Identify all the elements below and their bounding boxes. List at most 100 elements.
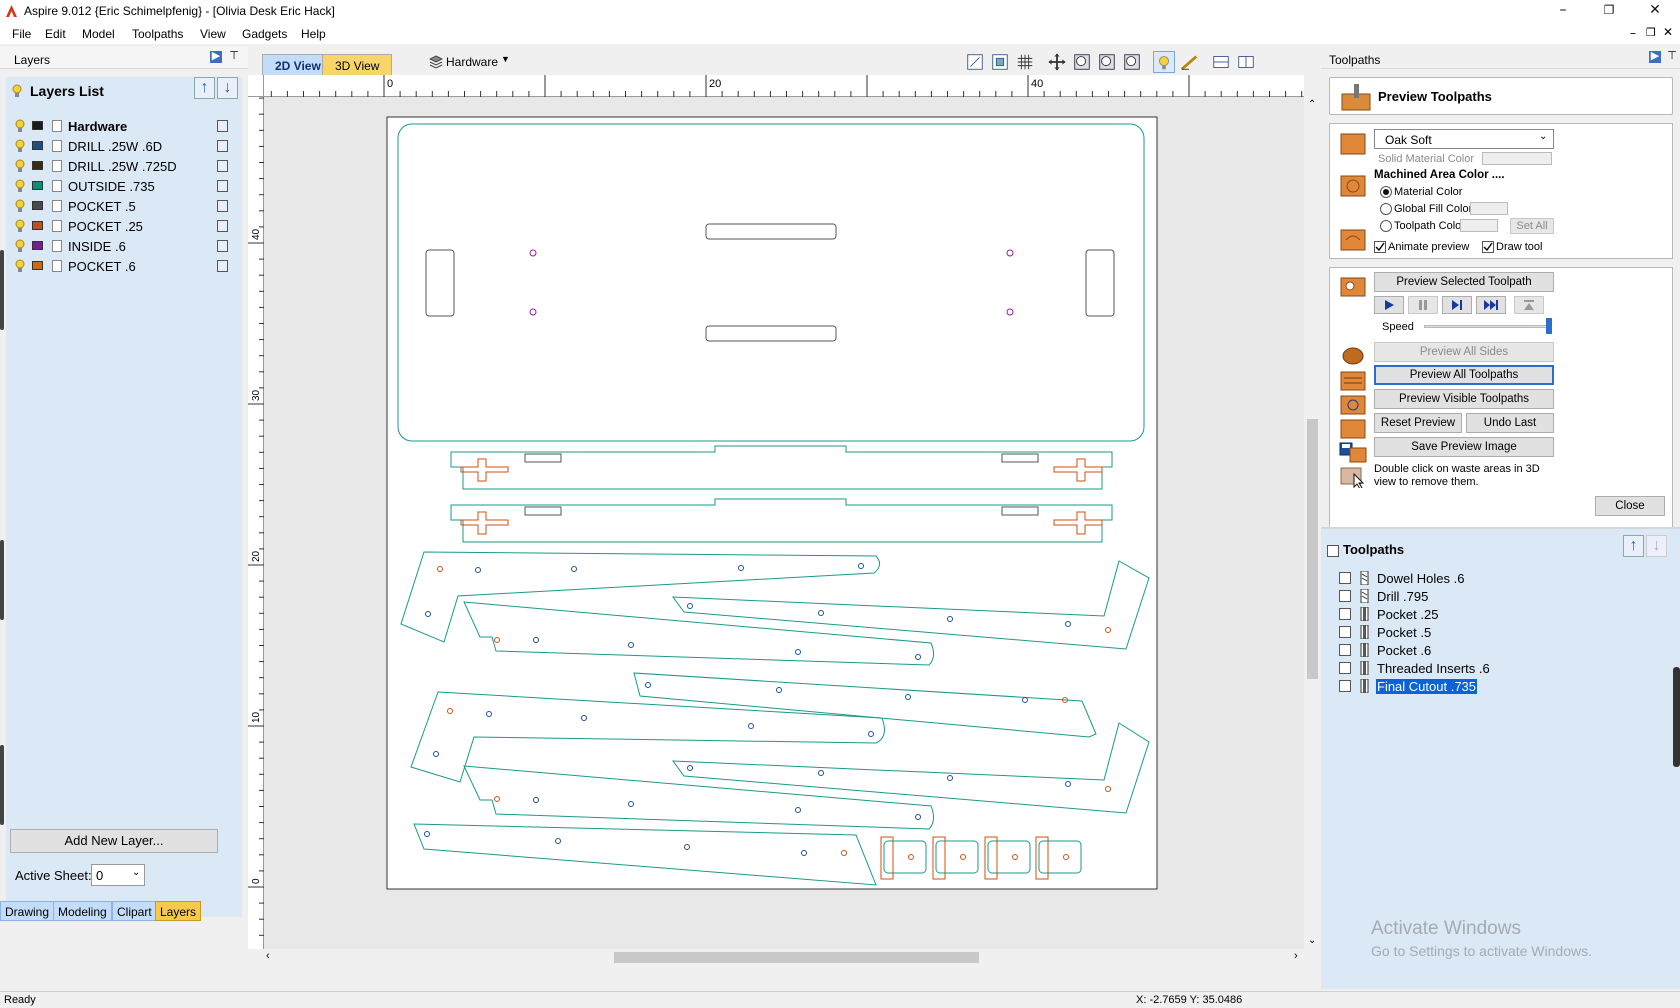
tab-3d-view[interactable]: 3D View bbox=[322, 54, 393, 75]
draw-tool-checkbox[interactable] bbox=[1482, 241, 1494, 253]
pin-icon[interactable]: ⊤ bbox=[1666, 51, 1678, 63]
toolpath-checkbox[interactable] bbox=[1339, 608, 1351, 620]
chevron-down-icon[interactable]: ▼ bbox=[501, 54, 510, 64]
layer-color-swatch[interactable] bbox=[32, 121, 43, 130]
toolpath-checkbox[interactable] bbox=[1339, 644, 1351, 656]
toolpath-checkbox[interactable] bbox=[1339, 662, 1351, 674]
step-forward-button[interactable] bbox=[1442, 296, 1472, 314]
layer-color-swatch[interactable] bbox=[32, 141, 43, 150]
fast-forward-button[interactable] bbox=[1476, 296, 1506, 314]
scroll-right-icon[interactable]: › bbox=[1294, 950, 1298, 962]
active-sheet-select[interactable]: 0 ⌄ bbox=[91, 864, 145, 886]
solid-color-swatch[interactable] bbox=[1482, 152, 1552, 165]
menu-toolpaths[interactable]: Toolpaths bbox=[132, 27, 183, 41]
radio-material-color[interactable] bbox=[1380, 186, 1392, 198]
layer-row[interactable]: Hardware bbox=[12, 117, 242, 135]
tab-modeling[interactable]: Modeling bbox=[53, 901, 112, 921]
layer-color-swatch[interactable] bbox=[32, 221, 43, 230]
menu-model[interactable]: Model bbox=[82, 27, 115, 41]
layer-lock-icon[interactable] bbox=[217, 200, 228, 212]
grid-icon[interactable] bbox=[1014, 51, 1036, 73]
pan-icon[interactable] bbox=[1046, 51, 1068, 73]
pause-button[interactable] bbox=[1408, 296, 1438, 314]
layer-visibility-bulb-icon[interactable] bbox=[15, 259, 25, 273]
restore-button[interactable]: ❐ bbox=[1586, 0, 1632, 22]
layer-lock-icon[interactable] bbox=[217, 120, 228, 132]
skip-to-end-button[interactable] bbox=[1514, 296, 1544, 314]
pin-icon[interactable]: ⊤ bbox=[228, 51, 240, 63]
layer-lock-icon[interactable] bbox=[217, 140, 228, 152]
toolpath-row[interactable]: Threaded Inserts .6 bbox=[1335, 659, 1665, 677]
move-toolpath-up-button[interactable]: ↑ bbox=[1623, 535, 1644, 557]
tab-drawing[interactable]: Drawing bbox=[0, 901, 55, 921]
radio-toolpath-color[interactable] bbox=[1380, 220, 1392, 232]
preview-selected-toolpath-button[interactable]: Preview Selected Toolpath bbox=[1374, 272, 1554, 292]
zoom-in-icon[interactable] bbox=[1096, 51, 1118, 73]
layer-dropdown[interactable]: Hardware bbox=[446, 55, 498, 69]
layer-visibility-bulb-icon[interactable] bbox=[15, 199, 25, 213]
preview-all-sides-button[interactable]: Preview All Sides bbox=[1374, 342, 1554, 362]
snap-icon[interactable] bbox=[1153, 51, 1175, 73]
zoom-out-icon[interactable] bbox=[1121, 51, 1143, 73]
layer-visibility-bulb-icon[interactable] bbox=[15, 159, 25, 173]
toolpath-row[interactable]: Dowel Holes .6 bbox=[1335, 569, 1665, 587]
mdi-close-icon[interactable]: ✕ bbox=[1663, 25, 1673, 39]
layer-visibility-bulb-icon[interactable] bbox=[15, 239, 25, 253]
global-fill-color-swatch[interactable] bbox=[1470, 202, 1508, 215]
undo-last-button[interactable]: Undo Last bbox=[1466, 413, 1554, 433]
save-preview-image-button[interactable]: Save Preview Image bbox=[1374, 437, 1554, 457]
play-button[interactable] bbox=[1374, 296, 1404, 314]
zoom-extents-icon[interactable] bbox=[964, 51, 986, 73]
material-sheet[interactable] bbox=[386, 116, 1158, 890]
layer-row[interactable]: POCKET .25 bbox=[12, 217, 242, 235]
split-view-icon[interactable] bbox=[1210, 51, 1232, 73]
toolpath-row[interactable]: Pocket .6 bbox=[1335, 641, 1665, 659]
toolpath-checkbox[interactable] bbox=[1339, 590, 1351, 602]
scrollbar-thumb[interactable] bbox=[1307, 419, 1318, 679]
toolpath-row[interactable]: Pocket .5 bbox=[1335, 623, 1665, 641]
minimize-button[interactable]: – bbox=[1540, 0, 1586, 22]
speed-slider-track[interactable] bbox=[1424, 325, 1552, 328]
speed-slider-thumb[interactable] bbox=[1546, 318, 1552, 334]
panel-dock-icon[interactable]: ▶ bbox=[1649, 51, 1661, 63]
layer-row[interactable]: OUTSIDE .735 bbox=[12, 177, 242, 195]
material-select[interactable]: Oak Soft ⌄ bbox=[1374, 129, 1554, 149]
panel-dock-icon[interactable]: ▶ bbox=[210, 51, 222, 63]
layer-lock-icon[interactable] bbox=[217, 180, 228, 192]
animate-preview-checkbox[interactable] bbox=[1374, 241, 1386, 253]
layer-color-swatch[interactable] bbox=[32, 161, 43, 170]
layer-color-swatch[interactable] bbox=[32, 181, 43, 190]
toolpath-row[interactable]: Final Cutout .735 bbox=[1335, 677, 1665, 695]
layer-lock-icon[interactable] bbox=[217, 240, 228, 252]
toolpath-row[interactable]: Pocket .25 bbox=[1335, 605, 1665, 623]
scroll-left-icon[interactable]: ‹ bbox=[266, 950, 270, 962]
menu-file[interactable]: File bbox=[12, 27, 31, 41]
layer-color-swatch[interactable] bbox=[32, 241, 43, 250]
menu-view[interactable]: View bbox=[200, 27, 226, 41]
layer-row[interactable]: DRILL .25W .725D bbox=[12, 157, 242, 175]
preview-visible-toolpaths-button[interactable]: Preview Visible Toolpaths bbox=[1374, 389, 1554, 409]
move-layer-down-button[interactable]: ↓ bbox=[217, 77, 238, 99]
close-window-button[interactable]: ✕ bbox=[1632, 0, 1678, 22]
tab-clipart[interactable]: Clipart bbox=[112, 901, 157, 921]
toolpath-checkbox[interactable] bbox=[1339, 680, 1351, 692]
toolpath-checkbox[interactable] bbox=[1339, 572, 1351, 584]
move-layer-up-button[interactable]: ↑ bbox=[194, 77, 215, 99]
toolpaths-master-checkbox[interactable] bbox=[1327, 545, 1339, 557]
ruler-tool-icon[interactable] bbox=[1178, 51, 1200, 73]
layer-visibility-bulb-icon[interactable] bbox=[15, 219, 25, 233]
scrollbar-thumb[interactable] bbox=[614, 952, 979, 963]
layer-visibility-bulb-icon[interactable] bbox=[15, 119, 25, 133]
layer-color-swatch[interactable] bbox=[32, 201, 43, 210]
drawing-canvas[interactable] bbox=[264, 97, 1304, 949]
layer-visibility-bulb-icon[interactable] bbox=[15, 179, 25, 193]
mdi-restore-icon[interactable]: ❐ bbox=[1646, 26, 1656, 39]
toolpath-checkbox[interactable] bbox=[1339, 626, 1351, 638]
toolpath-row[interactable]: Drill .795 bbox=[1335, 587, 1665, 605]
layer-visibility-bulb-icon[interactable] bbox=[15, 139, 25, 153]
zoom-box-icon[interactable] bbox=[989, 51, 1011, 73]
layer-row[interactable]: POCKET .6 bbox=[12, 257, 242, 275]
zoom-icon[interactable] bbox=[1071, 51, 1093, 73]
scroll-up-icon[interactable]: ⌃ bbox=[1308, 99, 1316, 110]
layer-lock-icon[interactable] bbox=[217, 160, 228, 172]
